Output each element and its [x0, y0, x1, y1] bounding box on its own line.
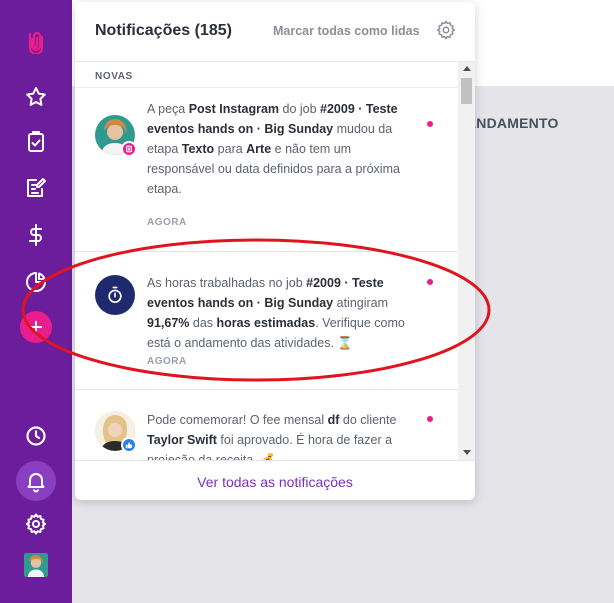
plus-icon[interactable]	[20, 311, 52, 343]
list-item[interactable]: Pode comemorar! O fee mensal df do clien…	[75, 390, 458, 460]
scrollbar-thumb[interactable]	[461, 78, 472, 104]
column-label: ANDAMENTO	[466, 115, 559, 131]
stopwatch-icon	[95, 275, 135, 315]
notification-text: A peça Post Instagram do job #2009 · Tes…	[147, 102, 400, 196]
unread-dot	[427, 416, 433, 422]
clock-icon[interactable]	[16, 416, 56, 456]
scroll-up-arrow-icon[interactable]	[463, 66, 471, 71]
dollar-icon[interactable]	[16, 215, 56, 255]
list-item[interactable]: A peça Post Instagram do job #2009 · Tes…	[75, 88, 458, 252]
notifications-panel: Notificações (185) Marcar todas como lid…	[75, 2, 475, 500]
pie-chart-icon[interactable]	[16, 262, 56, 302]
money-bag-icon: 💰	[260, 453, 276, 460]
notification-time: AGORA	[147, 356, 187, 367]
scroll-down-arrow-icon[interactable]	[463, 450, 471, 455]
paperclip-logo-icon[interactable]	[16, 22, 56, 62]
notification-time: AGORA	[147, 217, 187, 228]
gear-icon[interactable]	[16, 504, 56, 544]
star-icon[interactable]	[16, 77, 56, 117]
thumbs-up-badge-icon	[121, 437, 137, 453]
panel-title: Notificações (185)	[95, 22, 232, 39]
unread-dot	[427, 279, 433, 285]
document-badge-icon	[121, 141, 137, 157]
notification-text: Pode comemorar! O fee mensal df do clien…	[147, 410, 417, 460]
panel-header: Notificações (185) Marcar todas como lid…	[75, 2, 475, 62]
hourglass-icon: ⌛	[337, 336, 353, 350]
mark-all-read-button[interactable]: Marcar todas como lidas	[273, 24, 420, 38]
avatar	[95, 411, 137, 453]
avatar[interactable]	[20, 549, 52, 581]
list-item[interactable]: As horas trabalhadas no job #2009 · Test…	[75, 252, 458, 390]
see-all-notifications-link[interactable]: Ver todas as notificações	[197, 474, 353, 490]
panel-footer: Ver todas as notificações	[75, 460, 475, 500]
notification-text: As horas trabalhadas no job #2009 · Test…	[147, 276, 405, 350]
edit-document-icon[interactable]	[16, 168, 56, 208]
unread-dot	[427, 121, 433, 127]
sidebar	[0, 0, 72, 603]
bell-icon[interactable]	[16, 461, 56, 501]
notification-list: A peça Post Instagram do job #2009 · Tes…	[75, 87, 458, 460]
clipboard-check-icon[interactable]	[16, 122, 56, 162]
avatar	[95, 115, 137, 157]
notification-settings-icon[interactable]	[435, 19, 457, 41]
section-label-new: NOVAS	[95, 71, 133, 82]
scrollbar[interactable]	[458, 62, 475, 460]
